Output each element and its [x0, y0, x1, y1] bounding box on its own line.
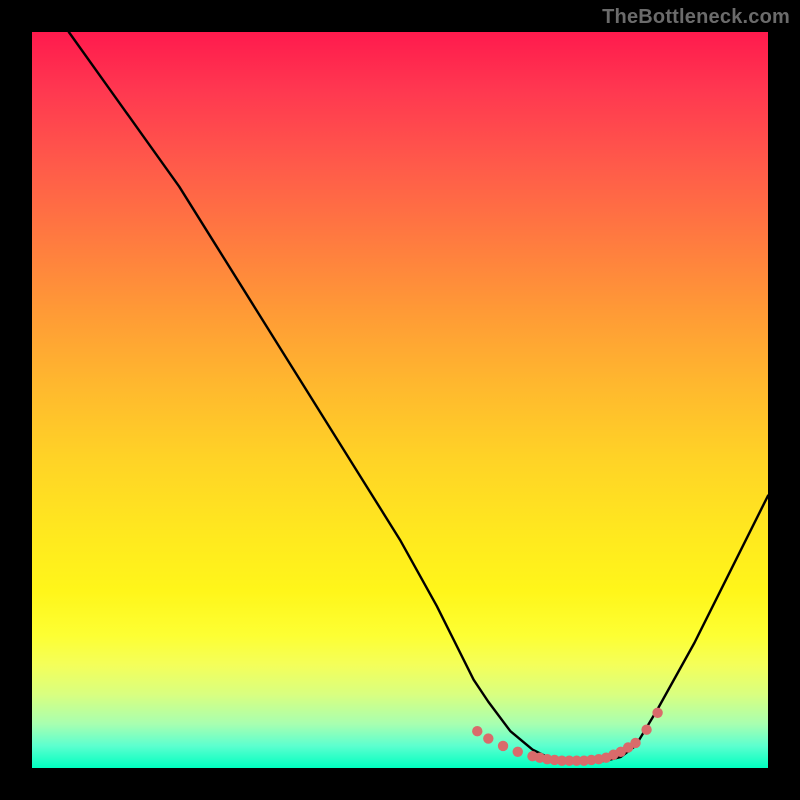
- plot-area: [32, 32, 768, 768]
- bottleneck-curve-svg: [32, 32, 768, 768]
- optimal-zone-dot: [641, 725, 651, 735]
- chart-frame: TheBottleneck.com: [0, 0, 800, 800]
- bottleneck-curve: [69, 32, 768, 762]
- optimal-zone-dot: [483, 733, 493, 743]
- optimal-zone-dot: [498, 741, 508, 751]
- optimal-zone-dot: [630, 738, 640, 748]
- optimal-zone-dot: [472, 726, 482, 736]
- optimal-zone-dot: [652, 708, 662, 718]
- optimal-zone-dot: [513, 747, 523, 757]
- watermark-text: TheBottleneck.com: [602, 6, 790, 29]
